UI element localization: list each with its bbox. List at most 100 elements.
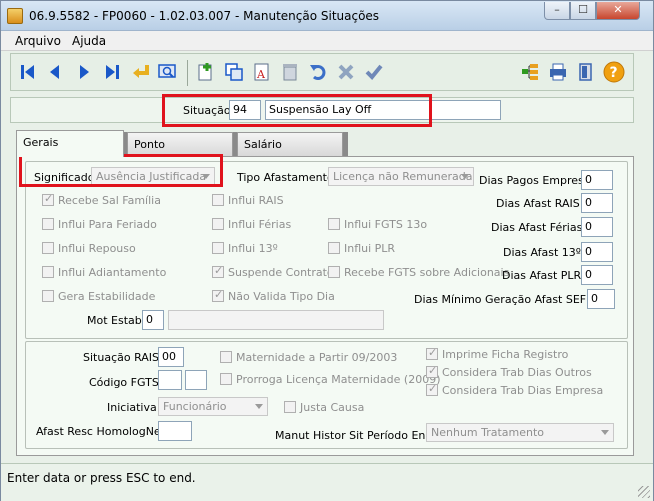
tab-ponto-label: Ponto [134,138,165,151]
search-button[interactable] [157,61,179,83]
exit-button[interactable] [575,61,597,83]
dias-afast-rais-label: Dias Afast RAIS: [496,197,584,210]
close-button[interactable]: ✕ [596,2,640,20]
suspende-contrato-checkbox[interactable] [212,264,224,278]
dias-afast-13-field[interactable]: 0 [581,242,613,262]
add-button[interactable] [195,61,217,83]
resize-grip-icon[interactable] [638,486,650,498]
dias-pagos-empresa-field[interactable]: 0 [581,170,613,190]
goto-button[interactable] [130,61,152,83]
print-icon [550,63,566,81]
toolbar-separator [187,60,188,86]
nao-valida-tipo-dia-checkbox[interactable] [212,288,224,302]
tab-salario[interactable]: Salário [237,132,343,156]
influi-rais-checkbox[interactable] [212,194,224,206]
maternidade-checkbox[interactable] [220,351,232,363]
situacao-rais-field[interactable]: 00 [158,347,184,367]
maximize-button[interactable]: ☐ [570,2,596,20]
iniciativa-select[interactable]: Funcionário [158,397,268,416]
print-button[interactable] [547,61,569,83]
recebe-fgts-adicionais-checkbox[interactable] [328,266,340,278]
dias-afast-plr-field[interactable]: 0 [581,265,613,285]
nao-valida-tipo-dia-label: Não Valida Tipo Dia [228,290,335,303]
cancel-button[interactable] [335,61,357,83]
prorroga-checkbox[interactable] [220,373,232,385]
tree-icon [522,64,538,80]
prev-record-button[interactable] [44,61,66,83]
copy-button[interactable] [223,61,245,83]
goto-icon [133,65,149,78]
considera-outros-label: Considera Trab Dias Outros [442,366,592,379]
delete-button[interactable] [279,61,301,83]
situacao-rais-label: Situação RAIS: [83,351,163,364]
imprime-ficha-label: Imprime Ficha Registro [442,348,569,361]
save-icon [365,64,383,80]
mot-estab-code-field[interactable]: 0 [142,310,164,330]
influi-fgts-13o-label: Influi FGTS 13o [344,218,428,231]
delete-icon [283,64,297,81]
manut-histor-value: Nenhum Tratamento [431,426,545,439]
gera-estabilidade-checkbox[interactable] [42,290,54,302]
iniciativa-label: Iniciativa: [107,401,161,414]
influi-13-checkbox[interactable] [212,242,224,254]
mot-estab-description-field [168,310,384,330]
codigo-fgts-field-1[interactable] [158,370,182,390]
minimize-button[interactable]: – [544,2,570,20]
tipo-afastamento-select[interactable]: Licença não Remunerada [328,167,474,186]
influi-fgts-13o-checkbox[interactable] [328,218,340,230]
manut-histor-select[interactable]: Nenhum Tratamento [426,423,614,442]
afast-resc-field[interactable] [158,421,192,441]
next-record-button[interactable] [73,61,95,83]
app-window: 06.9.5582 - FP0060 - 1.02.03.007 - Manut… [0,0,654,501]
toolbar: A ? [10,53,634,91]
justa-causa-checkbox[interactable] [284,401,296,413]
last-record-button[interactable] [101,61,123,83]
influi-rais-label: Influi RAIS [228,194,284,207]
influi-adiantamento-checkbox[interactable] [42,266,54,278]
gera-estabilidade-label: Gera Estabilidade [58,290,156,303]
manut-histor-label: Manut Histor Sit Período Encer: [275,429,447,442]
influi-plr-checkbox[interactable] [328,242,340,254]
first-icon [21,65,34,79]
dias-afast-ferias-label: Dias Afast Férias: [491,221,587,234]
considera-empresa-label: Considera Trab Dias Empresa [442,384,604,397]
dias-afast-plr-label: Dias Afast PLR: [502,269,585,282]
tab-ponto[interactable]: Ponto [127,132,233,156]
influi-para-feriado-checkbox[interactable] [42,218,54,230]
last-icon [106,65,119,79]
considera-empresa-checkbox[interactable] [426,382,438,396]
help-icon: ? [603,61,625,83]
imprime-ficha-checkbox[interactable] [426,346,438,360]
save-button[interactable] [363,61,385,83]
influi-repouso-checkbox[interactable] [42,242,54,254]
mot-estab-label: Mot Estab: [87,314,146,327]
considera-outros-checkbox[interactable] [426,364,438,378]
codigo-fgts-field-2[interactable] [185,370,207,390]
help-button[interactable]: ? [603,61,625,83]
influi-ferias-checkbox[interactable] [212,218,224,230]
copy-icon [225,63,243,81]
tab-gerais[interactable]: Gerais [16,130,124,157]
tree-button[interactable] [519,61,541,83]
dias-minimo-sefip-field[interactable]: 0 [587,289,615,309]
menu-ajuda[interactable]: Ajuda [72,34,106,48]
dias-afast-rais-field[interactable]: 0 [581,193,613,213]
edit-text-button[interactable]: A [251,61,273,83]
recebe-sal-familia-label: Recebe Sal Família [58,194,161,207]
undo-button[interactable] [307,61,329,83]
dias-afast-ferias-field[interactable]: 0 [581,217,613,237]
first-record-button[interactable] [17,61,39,83]
menu-arquivo[interactable]: Arquivo [15,34,61,48]
recebe-sal-familia-checkbox[interactable] [42,192,54,206]
edit-text-icon: A [254,63,269,81]
prorroga-label: Prorroga Licença Maternidade (2009) [236,373,441,386]
highlight-significado [19,154,223,187]
influi-repouso-label: Influi Repouso [58,242,136,255]
influi-para-feriado-label: Influi Para Feriado [58,218,157,231]
cancel-icon [338,64,354,80]
next-icon [80,65,89,79]
add-icon [198,63,212,81]
svg-text:A: A [256,68,266,81]
iniciativa-value: Funcionário [163,400,227,413]
title-bar[interactable]: 06.9.5582 - FP0060 - 1.02.03.007 - Manut… [1,1,653,31]
